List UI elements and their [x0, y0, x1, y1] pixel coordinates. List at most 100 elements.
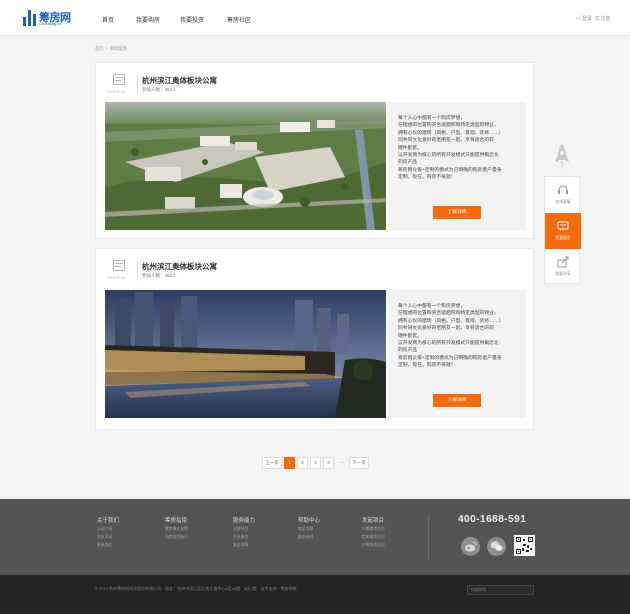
desc-line: 以开发商为核心的所有开发模式只能提供概念化: [398, 341, 499, 347]
site-logo[interactable]: 筹房网 Choufang.cn: [23, 8, 73, 28]
footer-link[interactable]: 联系我们: [97, 543, 119, 548]
footer-column-projects: 发起项目 众筹建房项目 定制建房项目 众筹购房项目: [362, 516, 385, 548]
footer-link[interactable]: 众筹建房项目: [362, 527, 385, 532]
headset-icon: [558, 185, 568, 194]
desc-line: 每个人心中都有一个购房梦想，: [398, 116, 466, 121]
project-photo[interactable]: [105, 290, 386, 418]
top-header: 筹房网 Choufang.cn 首页 我要购房 我要投资 筹房社区 ⚇ 登录 ⚿…: [0, 0, 630, 36]
footer-column-about: 关于我们 公司介绍 团队风采 联系我们: [97, 516, 119, 548]
footer-link[interactable]: 团队风采: [97, 535, 119, 540]
project-photo[interactable]: [105, 102, 386, 230]
nav-invest[interactable]: 我要投资: [180, 15, 204, 24]
lock-icon: ⚿: [595, 16, 600, 22]
participant-count: 参加人数：452人: [142, 87, 177, 92]
logo-subtext: Choufang.cn: [39, 21, 62, 26]
page-2[interactable]: 2: [297, 457, 308, 469]
desc-line: 硬件配套。: [398, 333, 422, 339]
copyright: © 2015 杭州筹房网科技股份有限公司 地址：杭州市滨江区江南大道中心A区05…: [95, 586, 297, 591]
online-service-label: 在线客服: [555, 200, 571, 204]
bottom-bar: © 2015 杭州筹房网科技股份有限公司 地址：杭州市滨江区江南大道中心A区05…: [0, 575, 630, 614]
calendar-icon: [113, 74, 125, 85]
leave-message-button[interactable]: 我要留言: [545, 213, 581, 249]
desc-line: 的房产品: [398, 348, 418, 354]
register-link[interactable]: 注册: [600, 16, 610, 22]
desc-line: 在理想的位置购买合适面积和特定类型的物业，: [398, 311, 499, 317]
nav-community[interactable]: 筹房社区: [227, 15, 251, 24]
share-label: 我要分享: [555, 272, 571, 276]
footer-column-title: 帮助中心: [298, 518, 321, 524]
footer-link[interactable]: 公司介绍: [97, 527, 119, 532]
desc-line: 硬件配套。: [398, 145, 422, 151]
wechat-icon[interactable]: [487, 537, 506, 556]
nav-home[interactable]: 首页: [102, 15, 114, 24]
desc-line: 同共同文化爱好的老朋友一起，享有适合的软: [398, 326, 494, 332]
prev-page-button[interactable]: 上一页: [262, 457, 282, 469]
login-link[interactable]: 登录: [582, 16, 592, 22]
user-links: ⚇ 登录 ⚿ 注册: [576, 15, 611, 22]
footer: 关于我们 公司介绍 团队风采 联系我们 筹房指南 筹房模式说明 购房投资指引 服…: [0, 499, 630, 575]
divider: [137, 261, 138, 281]
next-page-button[interactable]: 下一页: [349, 457, 369, 469]
footer-link[interactable]: 常见问题: [298, 527, 320, 532]
post-date: 2016-07-16: [107, 276, 125, 280]
desc-line: 拥有心仪的建筑（风格、户型、景观、装修……）: [398, 130, 504, 136]
desc-line: 在理想的位置购买合适面积和特定类型的物业，: [398, 123, 499, 129]
rocket-icon[interactable]: [554, 143, 570, 171]
footer-column-title: 服务能力: [233, 518, 256, 524]
desc-line: 拥有心仪的建筑（风格、户型、景观、装修……）: [398, 318, 504, 324]
page-3[interactable]: 3: [310, 457, 321, 469]
qr-code: [514, 535, 535, 556]
divider: [137, 75, 138, 95]
riverside-night-image: [105, 290, 386, 418]
participant-count: 参加人数：452人: [142, 273, 177, 278]
footer-link[interactable]: 筹房模式说明: [165, 527, 188, 532]
aerial-campus-image: [105, 102, 386, 230]
calendar-icon: [113, 260, 125, 271]
desc-line: 筹房网众筹+定制的模式为已明确的购房者户量身: [398, 167, 502, 173]
footer-link[interactable]: 购房投资指引: [165, 535, 188, 540]
project-description: 每个人心中都有一个购房梦想， 在理想的位置购买合适面积和特定类型的物业， 拥有心…: [398, 303, 516, 370]
project-description-panel: 每个人心中都有一个购房梦想， 在理想的位置购买合适面积和特定类型的物业， 拥有心…: [388, 290, 526, 418]
leave-message-label: 我要留言: [555, 236, 571, 240]
post-date: 2016-07-16: [107, 90, 125, 94]
project-title[interactable]: 杭州滨江奥体板块公寓: [142, 261, 217, 272]
footer-link[interactable]: 服务说明: [298, 535, 320, 540]
footer-link[interactable]: 众筹购房项目: [362, 543, 385, 548]
footer-link[interactable]: 平台服务: [233, 535, 255, 540]
project-description: 每个人心中都有一个购房梦想， 在理想的位置购买合适面积和特定类型的物业， 拥有心…: [398, 115, 516, 182]
chat-icon: [557, 221, 569, 231]
footer-link[interactable]: 定制建房项目: [362, 535, 385, 540]
footer-column-service: 服务能力 自营项目 平台服务 安全保障: [233, 516, 255, 548]
page-ellipsis: ...: [339, 459, 344, 464]
footer-column-title: 筹房指南: [165, 518, 188, 524]
learn-more-button[interactable]: 了解详情: [433, 206, 481, 219]
online-service-button[interactable]: 在线客服: [545, 177, 581, 213]
nav-buy-house[interactable]: 我要购房: [136, 15, 160, 24]
floating-toolbar: 在线客服 我要留言 我要分享: [544, 176, 581, 285]
desc-line: 每个人心中都有一个购房梦想，: [398, 304, 466, 309]
page-4[interactable]: 4: [323, 457, 334, 469]
footer-link[interactable]: 安全保障: [233, 543, 255, 548]
breadcrumb: 首页 > 项目案例: [95, 46, 128, 51]
footer-column-title: 发起项目: [362, 518, 385, 524]
desc-line: 定制，现在，购房不将就！: [398, 175, 456, 181]
footer-link[interactable]: 自营项目: [233, 527, 255, 532]
project-card: 2016-07-16 杭州滨江奥体板块公寓 参加人数：452人 每个人心中都有一…: [95, 62, 534, 239]
share-icon: [557, 256, 569, 268]
weibo-icon[interactable]: [461, 537, 480, 556]
desc-line: 的房产品: [398, 160, 418, 166]
footer-divider: [428, 515, 429, 560]
date-box: 2016-07-16: [107, 73, 131, 97]
share-button[interactable]: 我要分享: [545, 249, 581, 285]
project-description-panel: 每个人心中都有一个购房梦想， 在理想的位置购买合适面积和特定类型的物业， 拥有心…: [388, 102, 526, 230]
project-title[interactable]: 杭州滨江奥体板块公寓: [142, 75, 217, 86]
quick-search-input[interactable]: 快捷搜索: [467, 585, 534, 595]
logo-icon: [23, 10, 36, 26]
footer-column-title: 关于我们: [97, 518, 120, 524]
desc-line: 筹房网众筹+定制的模式为已明确的购房者户量身: [398, 355, 502, 361]
hotline-number: 400-1688-591: [458, 514, 527, 525]
page-1[interactable]: 1: [284, 457, 295, 469]
desc-line: 同共同文化爱好的老朋友一起，享有适合的软: [398, 138, 494, 144]
desc-line: 定制，现在，购房不将就！: [398, 363, 456, 369]
learn-more-button[interactable]: 了解详情: [433, 394, 481, 407]
